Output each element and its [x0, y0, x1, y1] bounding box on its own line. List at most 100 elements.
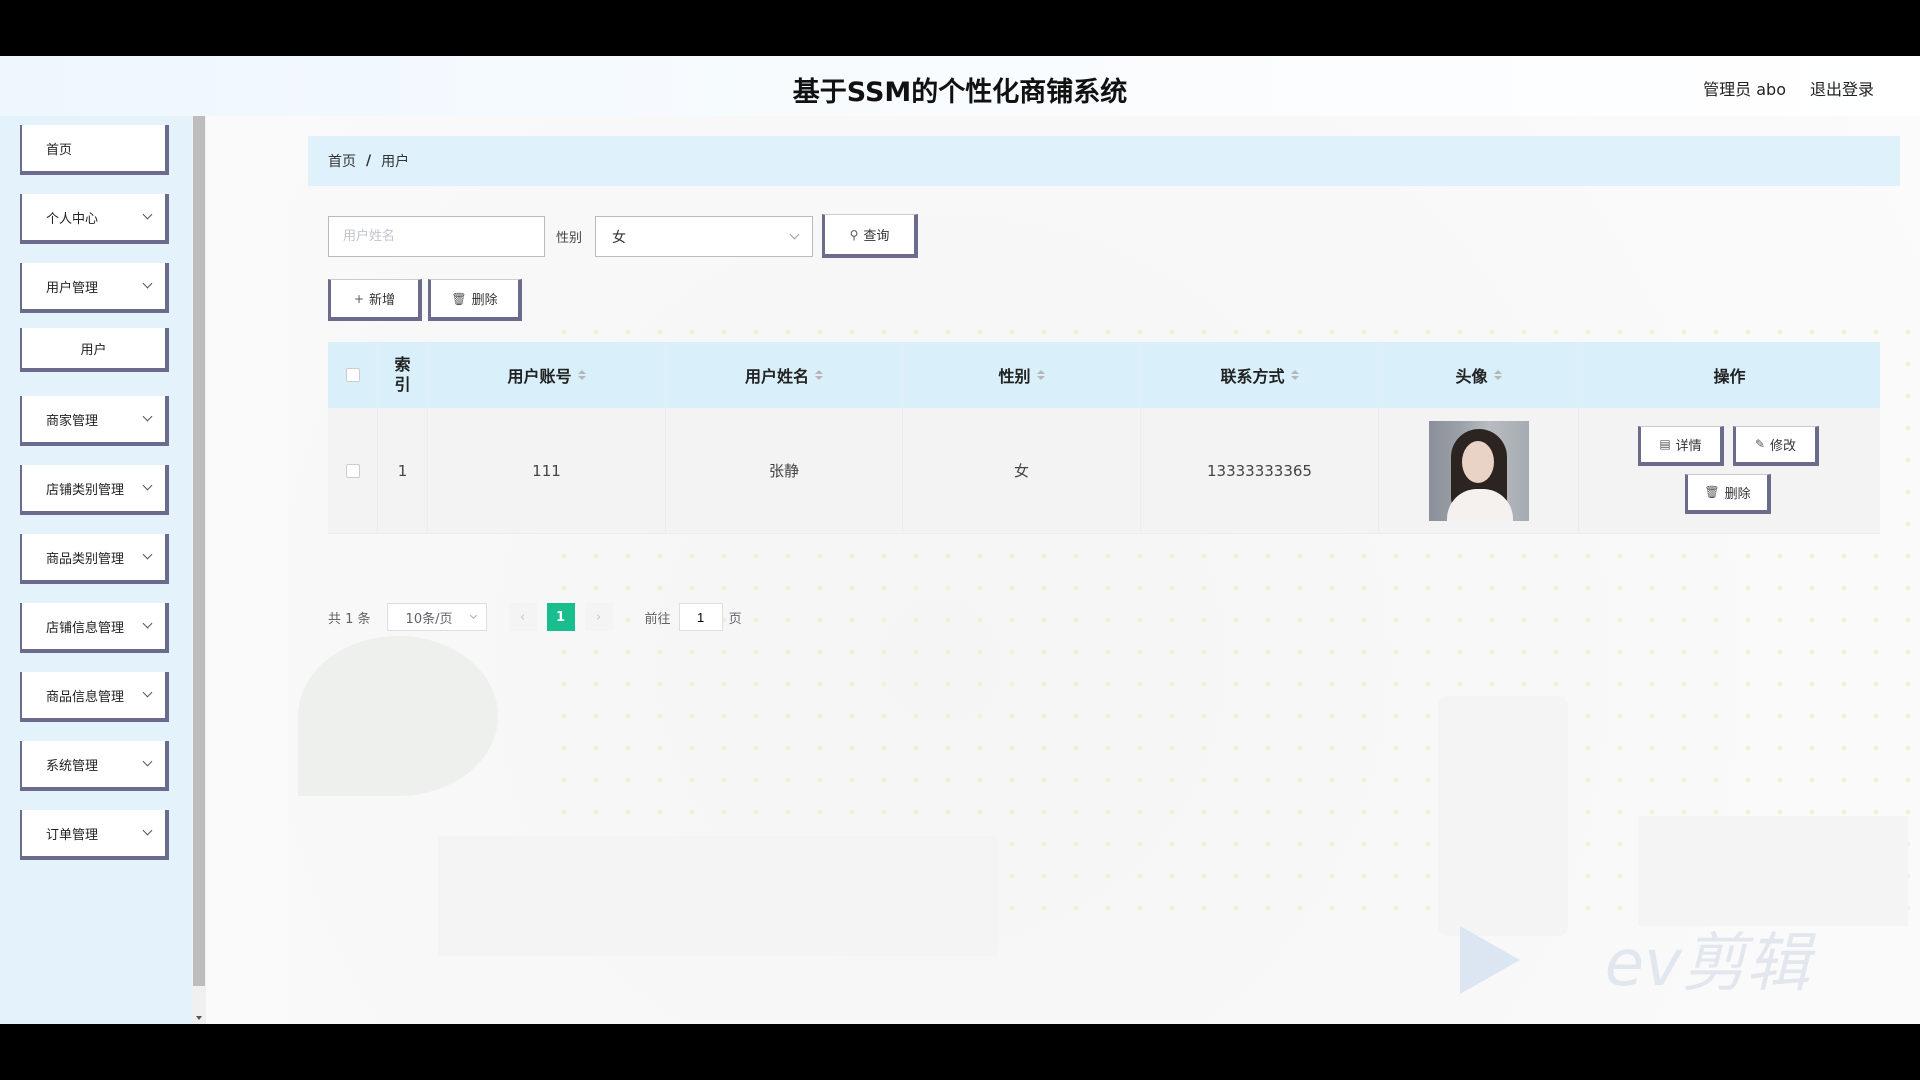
- query-button-label: 查询: [863, 229, 890, 244]
- goto-page-input[interactable]: [678, 603, 723, 631]
- video-letterbox-bottom: [0, 1024, 1920, 1080]
- add-button-label: 新增: [369, 293, 396, 308]
- row-account: 111: [428, 408, 666, 533]
- header-gender[interactable]: 性别: [903, 342, 1141, 408]
- sidebar-item-label: 用户: [80, 342, 107, 358]
- plus-icon: +: [353, 291, 365, 306]
- header-operation: 操作: [1579, 342, 1880, 408]
- header-name-label: 用户姓名: [744, 367, 809, 386]
- row-operation-cell: ▤ 详情 ✎ 修改 🗑 删除: [1579, 408, 1880, 533]
- chevron-down-icon: [142, 618, 153, 629]
- chevron-down-icon: [142, 411, 153, 422]
- batch-delete-button-label: 删除: [471, 293, 498, 308]
- edit-button[interactable]: ✎ 修改: [1733, 425, 1819, 466]
- row-checkbox[interactable]: [345, 463, 360, 478]
- header-account[interactable]: 用户账号: [428, 342, 666, 408]
- query-button[interactable]: ⚲ 查询: [822, 214, 918, 258]
- sidebar-item-order-management[interactable]: 订单管理: [20, 810, 169, 860]
- background-plant-decoration: [298, 636, 498, 796]
- sidebar-item-label: 商家管理: [46, 413, 99, 429]
- gender-filter-label: 性别: [556, 231, 583, 246]
- sidebar-subitem-users[interactable]: 用户: [20, 328, 169, 372]
- header-phone-label: 联系方式: [1220, 367, 1285, 386]
- sidebar-scrollbar[interactable]: [192, 116, 206, 1024]
- sidebar-item-system-management[interactable]: 系统管理: [20, 741, 169, 791]
- sort-icon[interactable]: [1493, 370, 1502, 380]
- gender-filter-select[interactable]: 女: [595, 216, 813, 257]
- sidebar-item-personal-center[interactable]: 个人中心: [20, 194, 169, 244]
- sidebar-item-label: 商品类别管理: [46, 551, 125, 567]
- logout-link[interactable]: 退出登录: [1810, 76, 1874, 100]
- chevron-down-icon: [142, 278, 153, 289]
- app-window: 基于SSM的个性化商铺系统 管理员 abo 退出登录 首页 个人中心 用户管理 …: [0, 56, 1920, 1024]
- admin-user-label: 管理员 abo: [1703, 80, 1786, 99]
- pencil-icon: ✎: [1754, 437, 1766, 451]
- sidebar-item-label: 商品信息管理: [46, 689, 125, 705]
- user-name-search-input[interactable]: [328, 216, 545, 257]
- chevron-down-icon: [142, 687, 153, 698]
- chevron-down-icon: [469, 611, 477, 620]
- header-index-line2: 引: [394, 375, 411, 394]
- trash-icon: 🗑: [451, 291, 467, 306]
- row-phone: 13333333365: [1141, 408, 1379, 533]
- row-avatar-cell: [1379, 408, 1579, 533]
- scrollbar-thumb[interactable]: [193, 116, 205, 986]
- table-header-row: 索 引 用户账号 用户姓名 性别 联系方式 头像 操作: [328, 342, 1880, 408]
- breadcrumb-current: 用户: [381, 154, 410, 170]
- sidebar-item-home[interactable]: 首页: [20, 125, 169, 175]
- header-phone[interactable]: 联系方式: [1141, 342, 1379, 408]
- page-title: 基于SSM的个性化商铺系统: [792, 77, 1128, 108]
- sort-icon[interactable]: [1036, 370, 1045, 380]
- chevron-down-icon: [142, 549, 153, 560]
- detail-button[interactable]: ▤ 详情: [1638, 425, 1724, 466]
- chevron-down-icon: [142, 756, 153, 767]
- breadcrumb: 首页 / 用户: [308, 136, 1900, 186]
- header-avatar-label: 头像: [1455, 367, 1488, 386]
- sidebar-item-merchant-management[interactable]: 商家管理: [20, 396, 169, 446]
- avatar[interactable]: [1428, 420, 1529, 521]
- sort-icon[interactable]: [1290, 370, 1299, 380]
- page-number-current[interactable]: 1: [546, 603, 575, 631]
- sidebar-item-product-info-management[interactable]: 商品信息管理: [20, 672, 169, 722]
- sidebar-item-user-management[interactable]: 用户管理: [20, 263, 169, 313]
- sidebar-item-label: 系统管理: [46, 758, 99, 774]
- chevron-down-icon: [789, 229, 800, 240]
- sidebar-item-label: 订单管理: [46, 827, 99, 843]
- header-name[interactable]: 用户姓名: [666, 342, 903, 408]
- sort-icon[interactable]: [577, 370, 586, 380]
- select-all-checkbox[interactable]: [345, 368, 360, 382]
- add-button[interactable]: + 新增: [328, 279, 422, 321]
- prev-page-icon[interactable]: ‹: [508, 603, 537, 631]
- trash-icon: 🗑: [1704, 485, 1720, 499]
- scroll-down-arrow-icon[interactable]: [196, 1016, 202, 1020]
- row-index: 1: [378, 408, 428, 533]
- sidebar-item-product-category-management[interactable]: 商品类别管理: [20, 534, 169, 584]
- background-cylinder-decoration: [1438, 696, 1568, 936]
- header-select-all-cell: [328, 342, 378, 408]
- sidebar-item-label: 首页: [46, 142, 73, 158]
- batch-delete-button[interactable]: 🗑 删除: [428, 279, 522, 321]
- page-size-value: 10条/页: [405, 611, 453, 627]
- header-gender-label: 性别: [998, 367, 1031, 386]
- pagination: 共 1 条 10条/页 ‹ 1 › 前往 页: [328, 602, 742, 632]
- table-row: 1 111 张静 女 13333333365 ▤ 详情 ✎ 修改 🗑 删除: [328, 408, 1880, 534]
- chevron-down-icon: [142, 825, 153, 836]
- sidebar-item-shop-category-management[interactable]: 店铺类别管理: [20, 465, 169, 515]
- header-avatar[interactable]: 头像: [1379, 342, 1579, 408]
- search-icon: ⚲: [849, 227, 859, 242]
- page-size-select[interactable]: 10条/页: [386, 603, 487, 631]
- sidebar-item-shop-info-management[interactable]: 店铺信息管理: [20, 603, 169, 653]
- sort-icon[interactable]: [815, 370, 823, 380]
- header-index-line1: 索: [394, 355, 411, 374]
- detail-button-label: 详情: [1675, 438, 1702, 454]
- row-gender: 女: [903, 408, 1141, 533]
- sidebar-item-label: 个人中心: [46, 211, 99, 227]
- row-delete-button[interactable]: 🗑 删除: [1685, 473, 1771, 514]
- page-suffix-label: 页: [728, 611, 742, 627]
- sidebar: 首页 个人中心 用户管理 用户 商家管理 店铺类别管理 商品类别管理 店铺信息管…: [0, 116, 192, 1024]
- breadcrumb-separator: /: [366, 153, 372, 169]
- breadcrumb-home[interactable]: 首页: [328, 151, 356, 171]
- background-box-decoration: [1638, 816, 1908, 926]
- next-page-icon[interactable]: ›: [584, 603, 613, 631]
- document-icon: ▤: [1659, 437, 1671, 451]
